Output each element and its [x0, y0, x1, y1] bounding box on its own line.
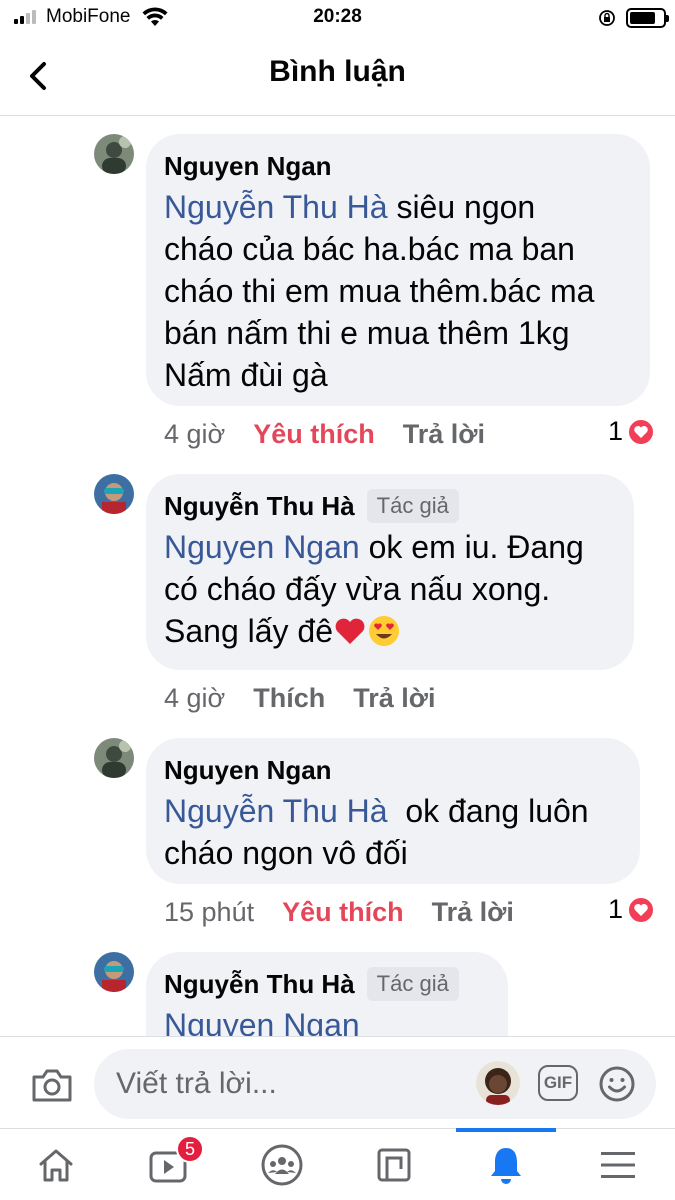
tab-bar: 5	[0, 1128, 675, 1200]
comment: Nguyen Ngan Nguyễn Thu Hà siêu ngon cháo…	[0, 134, 675, 464]
comment-author[interactable]: Nguyen Ngan	[164, 755, 332, 786]
comment-text: Nguyễn Thu Hà siêu ngon cháo của bác ha.…	[164, 189, 595, 393]
tab-pages[interactable]	[344, 1129, 444, 1200]
status-bar: MobiFone 20:28	[0, 0, 675, 36]
mention-link[interactable]: Nguyễn Thu Hà	[164, 793, 388, 829]
comment-text: Nguyễn Thu Hà ok đang luôn cháo ngon vô …	[164, 793, 589, 871]
mention-link[interactable]: Nguyen Ngan	[164, 1007, 360, 1036]
comment-list[interactable]: Nguyen Ngan Nguyễn Thu Hà siêu ngon cháo…	[0, 118, 675, 1036]
tab-notifications[interactable]	[456, 1128, 556, 1200]
camera-icon[interactable]	[30, 1065, 74, 1105]
comment-time: 4 giờ	[164, 418, 226, 449]
comment-text: Nguyen Ngan ok em iu. Đang có cháo đấy v…	[164, 529, 584, 649]
avatar[interactable]	[94, 952, 134, 992]
smiley-icon[interactable]	[598, 1065, 636, 1103]
comment-bubble[interactable]: Nguyễn Thu Hà Tác giả Nguyen Ngan ok em …	[146, 474, 634, 670]
avatar-sticker-icon[interactable]	[476, 1061, 520, 1105]
tab-groups[interactable]	[232, 1129, 332, 1200]
page-title: Bình luận	[269, 55, 406, 88]
mention-link[interactable]: Nguyen Ngan	[164, 529, 360, 565]
back-button[interactable]	[20, 56, 60, 96]
avatar[interactable]	[94, 134, 134, 174]
reaction-summary[interactable]: 1	[608, 416, 655, 447]
author-badge: Tác giả	[366, 489, 459, 523]
comment: Nguyễn Thu Hà Tác giả Nguyen Ngan ok em …	[0, 474, 675, 724]
heart-icon	[627, 417, 655, 446]
comment-author[interactable]: Nguyễn Thu Hà	[164, 491, 355, 522]
comment-author[interactable]: Nguyen Ngan	[164, 151, 332, 182]
comment-bubble[interactable]: Nguyen Ngan Nguyễn Thu Hà siêu ngon cháo…	[146, 134, 650, 406]
menu-icon	[601, 1152, 635, 1178]
comment: Nguyễn Thu Hà Tác giả Nguyen Ngan	[0, 952, 675, 1036]
gif-button[interactable]: GIF	[538, 1065, 578, 1101]
heart-icon	[627, 895, 655, 924]
like-button[interactable]: Yêu thích	[253, 419, 375, 450]
comment-bubble[interactable]: Nguyễn Thu Hà Tác giả Nguyen Ngan	[146, 952, 508, 1036]
red-heart-icon	[335, 618, 365, 644]
comment-author[interactable]: Nguyễn Thu Hà	[164, 969, 355, 1000]
avatar[interactable]	[94, 738, 134, 778]
pages-icon	[377, 1148, 411, 1182]
reply-button[interactable]: Trả lời	[353, 683, 435, 714]
comment-actions: 4 giờ Yêu thích Trả lời	[164, 416, 485, 452]
like-button[interactable]: Yêu thích	[282, 897, 404, 928]
comment-time: 4 giờ	[164, 682, 226, 713]
comment-actions: 4 giờ Thích Trả lời	[164, 680, 435, 716]
reaction-count: 1	[607, 416, 623, 446]
tab-home[interactable]	[6, 1129, 106, 1200]
bell-icon	[491, 1148, 521, 1184]
notification-badge: 5	[176, 1135, 204, 1163]
reply-button[interactable]: Trả lời	[432, 897, 514, 928]
rotation-lock-icon	[599, 10, 615, 26]
reaction-summary[interactable]: 1	[608, 894, 655, 925]
author-badge: Tác giả	[366, 967, 459, 1001]
comment-time: 15 phút	[164, 896, 255, 927]
mention-link[interactable]: Nguyễn Thu Hà	[164, 189, 388, 225]
home-icon	[39, 1149, 73, 1182]
battery-icon	[626, 8, 669, 28]
comment-text: Nguyen Ngan	[164, 1004, 484, 1036]
tab-watch[interactable]: 5	[118, 1129, 218, 1200]
comment-bubble[interactable]: Nguyen Ngan Nguyễn Thu Hà ok đang luôn c…	[146, 738, 640, 884]
tab-menu[interactable]	[568, 1129, 668, 1200]
reply-button[interactable]: Trả lời	[403, 419, 485, 450]
clock: 20:28	[313, 6, 362, 27]
reaction-count: 1	[607, 894, 623, 924]
groups-icon	[261, 1144, 303, 1186]
comment-actions: 15 phút Yêu thích Trả lời	[164, 894, 514, 930]
avatar[interactable]	[94, 474, 134, 514]
comment: Nguyen Ngan Nguyễn Thu Hà ok đang luôn c…	[0, 738, 675, 938]
heart-eyes-emoji-icon	[369, 616, 400, 646]
reply-composer: GIF	[0, 1036, 675, 1128]
header: Bình luận	[0, 40, 675, 116]
like-button[interactable]: Thích	[253, 683, 325, 714]
